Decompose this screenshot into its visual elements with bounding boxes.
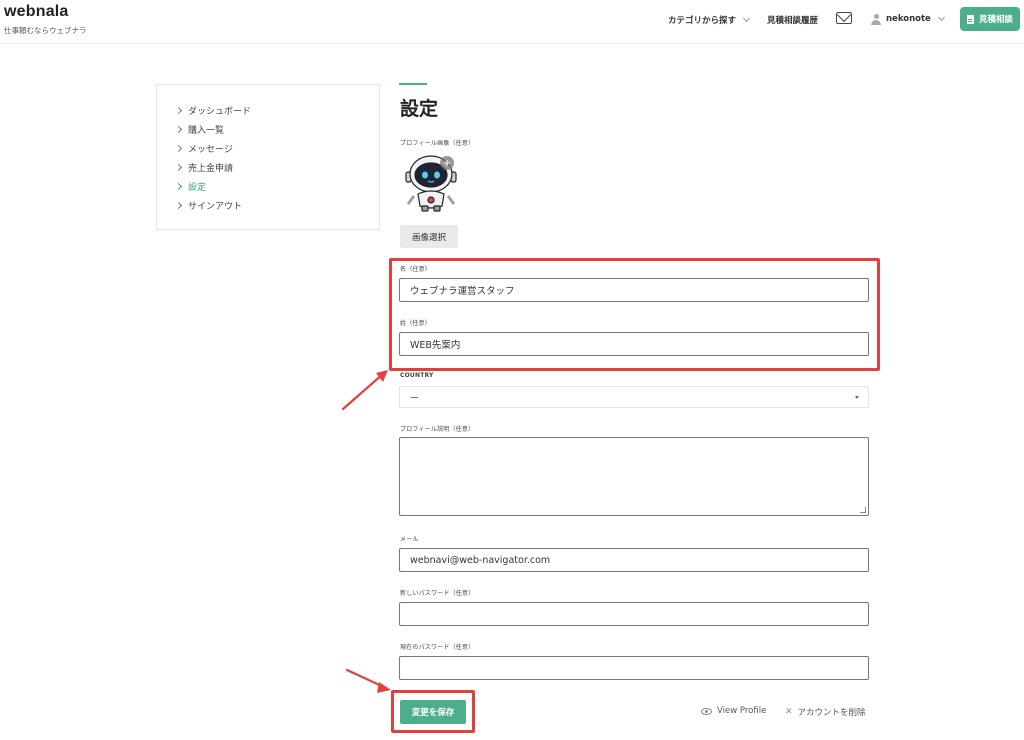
sidebar-item-label: サインアウト	[188, 202, 243, 212]
chevron-right-icon	[174, 201, 183, 210]
choose-image-button[interactable]: 画像選択	[400, 225, 458, 248]
view-profile-label: View Profile	[717, 706, 767, 716]
view-profile-link[interactable]: View Profile	[701, 706, 766, 716]
user-icon	[871, 14, 881, 25]
sidebar-item-dashboard[interactable]: ダッシュボード	[174, 104, 252, 117]
sidebar-item-messages[interactable]: メッセージ	[174, 142, 233, 155]
annotation-arrow-name-fields	[341, 372, 385, 411]
sidebar-item-label: 購入一覧	[188, 126, 225, 136]
country-select[interactable]: ー	[399, 386, 869, 408]
arrowhead-icon	[376, 370, 388, 382]
first-name-label: 名（任意）	[400, 266, 432, 273]
page-title: 設定	[400, 98, 439, 120]
profile-avatar-robot	[405, 155, 457, 212]
annotation-arrows	[341, 370, 391, 693]
close-icon: ✕	[785, 707, 793, 717]
country-select-value: ー	[410, 393, 420, 404]
document-icon	[966, 14, 974, 24]
nav-estimate-history[interactable]: 見積相談履歴	[767, 14, 818, 26]
new-password-label: 新しいパスワード（任意）	[400, 590, 475, 597]
user-menu-dropdown[interactable]: nekonote	[871, 13, 945, 25]
last-name-label: 姓（任意）	[400, 320, 432, 327]
bio-label: プロフィール説明（任意）	[400, 426, 475, 433]
chevron-right-icon	[174, 106, 183, 115]
chevron-down-icon	[937, 13, 945, 22]
sidebar-item-purchases[interactable]: 購入一覧	[174, 123, 225, 136]
current-password-input[interactable]	[399, 656, 869, 680]
user-name: nekonote	[886, 14, 931, 24]
save-changes-button[interactable]: 変更を保存	[400, 700, 466, 724]
annotation-arrow-save-button	[345, 668, 388, 690]
email-input[interactable]: webnavi@web-navigator.com	[399, 548, 869, 572]
eye-icon	[701, 707, 712, 715]
chevron-right-icon	[174, 163, 183, 172]
delete-account-link[interactable]: ✕ アカウントを削除	[785, 706, 866, 718]
bio-textarea[interactable]	[399, 437, 869, 516]
sidebar-menu: ダッシュボード 購入一覧 メッセージ 売上金申請 設定 サインアウト	[156, 84, 380, 230]
sidebar-item-label: 設定	[188, 183, 207, 193]
brand-logo[interactable]: webnala	[4, 3, 69, 21]
current-password-label: 現在のパスワード（任意）	[400, 644, 475, 651]
sidebar-item-payout[interactable]: 売上金申請	[174, 161, 234, 174]
resize-grip-icon[interactable]	[860, 507, 866, 513]
last-name-input[interactable]: WEB先案内	[399, 332, 869, 356]
arrowhead-icon	[377, 682, 391, 693]
chevron-right-icon	[174, 182, 183, 191]
chevron-right-icon	[174, 144, 183, 153]
email-label: メール	[400, 536, 419, 543]
nav-categories-dropdown[interactable]: カテゴリから探す	[668, 14, 751, 26]
mail-icon[interactable]	[836, 12, 852, 24]
delete-account-label: アカウントを削除	[797, 708, 866, 718]
estimate-request-label: 見積相談	[978, 15, 1013, 25]
profile-image-label: プロフィール画像（任意）	[400, 140, 475, 147]
brand-tagline: 仕事頼むならウェブナラ	[4, 26, 87, 35]
sidebar-item-label: メッセージ	[188, 145, 233, 155]
chevron-right-icon	[174, 125, 183, 134]
first-name-input[interactable]: ウェブナラ運営スタッフ	[399, 278, 869, 302]
top-header: webnala 仕事頼むならウェブナラ カテゴリから探す 見積相談履歴 neko…	[0, 0, 1024, 44]
sidebar-item-label: ダッシュボード	[188, 107, 252, 117]
nav-categories-label: カテゴリから探す	[668, 16, 737, 26]
estimate-request-button[interactable]: 見積相談	[960, 7, 1020, 31]
new-password-input[interactable]	[399, 602, 869, 626]
chevron-down-icon	[742, 14, 751, 23]
country-label: COUNTRY	[400, 372, 434, 379]
sidebar-item-label: 売上金申請	[188, 164, 234, 174]
caret-down-icon	[855, 396, 859, 399]
title-accent-bar	[399, 83, 427, 85]
sidebar-item-signout[interactable]: サインアウト	[174, 199, 243, 212]
sidebar-item-settings[interactable]: 設定	[174, 180, 207, 193]
